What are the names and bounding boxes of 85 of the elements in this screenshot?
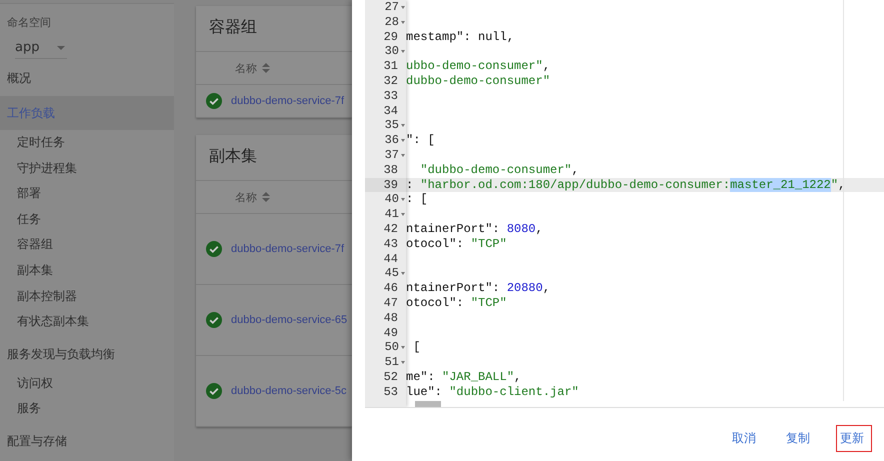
line-number: 27	[384, 0, 400, 15]
code-line: ubbo-demo-consumer",	[406, 59, 550, 74]
line-number: 45	[384, 266, 400, 282]
fold-icon[interactable]	[401, 346, 405, 350]
nav-item[interactable]: 配置与存储	[0, 424, 174, 458]
code-line: : "harbor.od.com:180/app/dubbo-demo-consumer:master_21_1222",	[406, 178, 846, 192]
nav-item[interactable]: 任务	[0, 206, 174, 232]
dialog-button[interactable]: 更新	[836, 425, 872, 452]
nav-item[interactable]: 守护进程集	[0, 156, 174, 182]
resource-link[interactable]: dubbo-demo-service-65	[231, 314, 348, 326]
line-number: 39	[384, 178, 399, 192]
nav-item[interactable]: 定时任务	[0, 130, 174, 156]
line-number: 48	[384, 310, 399, 326]
nav-item[interactable]: 副本集	[0, 258, 174, 284]
code-editor[interactable]	[365, 0, 884, 408]
dialog-button[interactable]: 复制	[782, 425, 814, 452]
fold-icon[interactable]	[401, 124, 405, 128]
fold-icon[interactable]	[401, 6, 405, 9]
nav-item[interactable]: 概况	[0, 61, 174, 95]
code-line: otocol": "TCP"	[406, 236, 507, 251]
line-number: 32	[384, 74, 399, 89]
code-line: ntainerPort": 8080,	[406, 222, 543, 236]
scrollbar-thumb[interactable]	[415, 401, 441, 407]
code-line: dubbo-demo-consumer"	[406, 74, 550, 88]
fold-icon[interactable]	[401, 272, 405, 276]
line-number: 34	[384, 104, 399, 118]
fold-icon[interactable]	[401, 154, 405, 157]
code-line: [	[412, 340, 420, 354]
resource-link[interactable]: dubbo-demo-service-5c	[231, 385, 347, 397]
line-number: 49	[384, 326, 399, 340]
check-circle-icon	[206, 383, 222, 399]
code-line: ": [	[406, 133, 435, 148]
column-header[interactable]: 名称	[235, 60, 257, 76]
line-number: 42	[384, 222, 399, 237]
line-number: 28	[384, 14, 400, 30]
line-number: 51	[384, 355, 400, 370]
sort-icon[interactable]	[262, 63, 270, 73]
code-line: "dubbo-demo-consumer",	[419, 162, 579, 177]
fold-icon[interactable]	[401, 361, 405, 364]
check-circle-icon	[206, 241, 222, 257]
code-line: ntainerPort": 20880,	[406, 281, 550, 296]
sort-icon[interactable]	[262, 192, 270, 202]
line-number: 46	[384, 281, 399, 296]
line-number: 41	[384, 207, 400, 222]
code-line: lue": "dubbo-client.jar"	[406, 384, 579, 399]
line-number: 36	[384, 133, 400, 148]
nav-item[interactable]: 副本控制器	[0, 284, 174, 310]
nav-item[interactable]: 服务发现与负载均衡	[0, 336, 174, 371]
fold-icon[interactable]	[401, 139, 405, 142]
line-number: 47	[384, 296, 399, 311]
line-number: 40	[384, 192, 400, 208]
line-number: 29	[384, 30, 399, 44]
fold-icon[interactable]	[401, 20, 405, 24]
code-line: : [	[406, 192, 428, 206]
line-number: 52	[384, 370, 399, 385]
nav-item[interactable]: 有状态副本集	[0, 309, 174, 335]
fold-icon[interactable]	[401, 50, 405, 54]
resource-link[interactable]: dubbo-demo-service-7f	[231, 95, 344, 107]
namespace-dropdown[interactable]: app	[15, 38, 67, 59]
nav-item[interactable]: 部署	[0, 181, 174, 207]
namespace-label: 命名空间	[6, 15, 52, 30]
resource-link[interactable]: dubbo-demo-service-7f	[231, 243, 344, 255]
nav-item[interactable]: 访问权	[0, 370, 174, 396]
line-number: 37	[384, 148, 400, 163]
code-line: otocol": "TCP"	[406, 296, 507, 310]
check-circle-icon	[206, 312, 222, 328]
line-number: 31	[384, 59, 399, 74]
line-number: 44	[384, 252, 399, 266]
caret-icon	[57, 46, 65, 50]
line-number: 30	[384, 44, 400, 60]
line-number: 53	[384, 384, 399, 400]
fold-icon[interactable]	[401, 198, 405, 202]
line-number: 33	[384, 88, 399, 104]
line-number: 38	[384, 162, 399, 178]
fold-icon[interactable]	[401, 213, 405, 216]
code-line: mestamp": null,	[406, 30, 514, 44]
nav-item[interactable]: 容器组	[0, 232, 174, 258]
nav-item[interactable]: 服务	[0, 396, 174, 422]
line-number: 50	[384, 340, 400, 356]
line-number: 35	[384, 118, 400, 134]
dialog-button[interactable]: 取消	[728, 425, 760, 452]
code-line: me": "JAR_BALL",	[406, 370, 522, 384]
column-header[interactable]: 名称	[235, 190, 257, 204]
check-circle-icon	[206, 93, 222, 109]
line-number: 43	[384, 236, 399, 252]
